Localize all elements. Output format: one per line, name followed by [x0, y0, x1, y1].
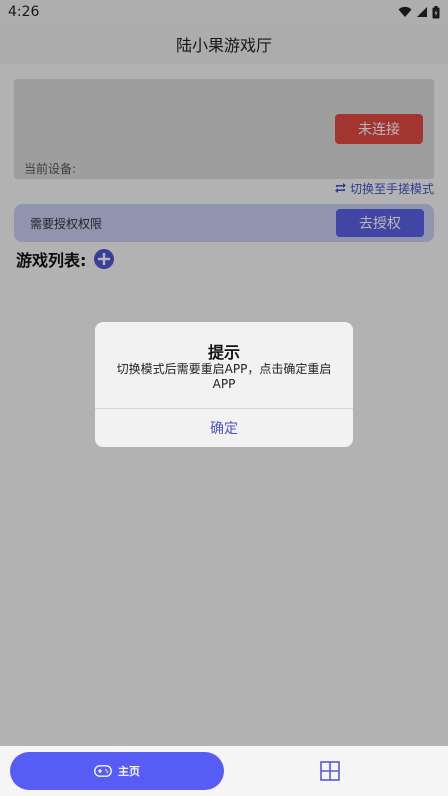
dialog-title: 提示 [207, 343, 240, 362]
dialog-message: 切换模式后需要重启APP，点击确定重启APP [116, 362, 332, 391]
confirm-button[interactable]: 确定 [95, 409, 353, 447]
modal-backdrop-bottom [0, 746, 448, 796]
app-screen: 4:26 陆小果游戏厅 未连接 当前设备: 切换至手搓模式 需要授权权限 去授权… [0, 0, 448, 796]
alert-dialog: 提示 切换模式后需要重启APP，点击确定重启APP 确定 [95, 322, 353, 447]
